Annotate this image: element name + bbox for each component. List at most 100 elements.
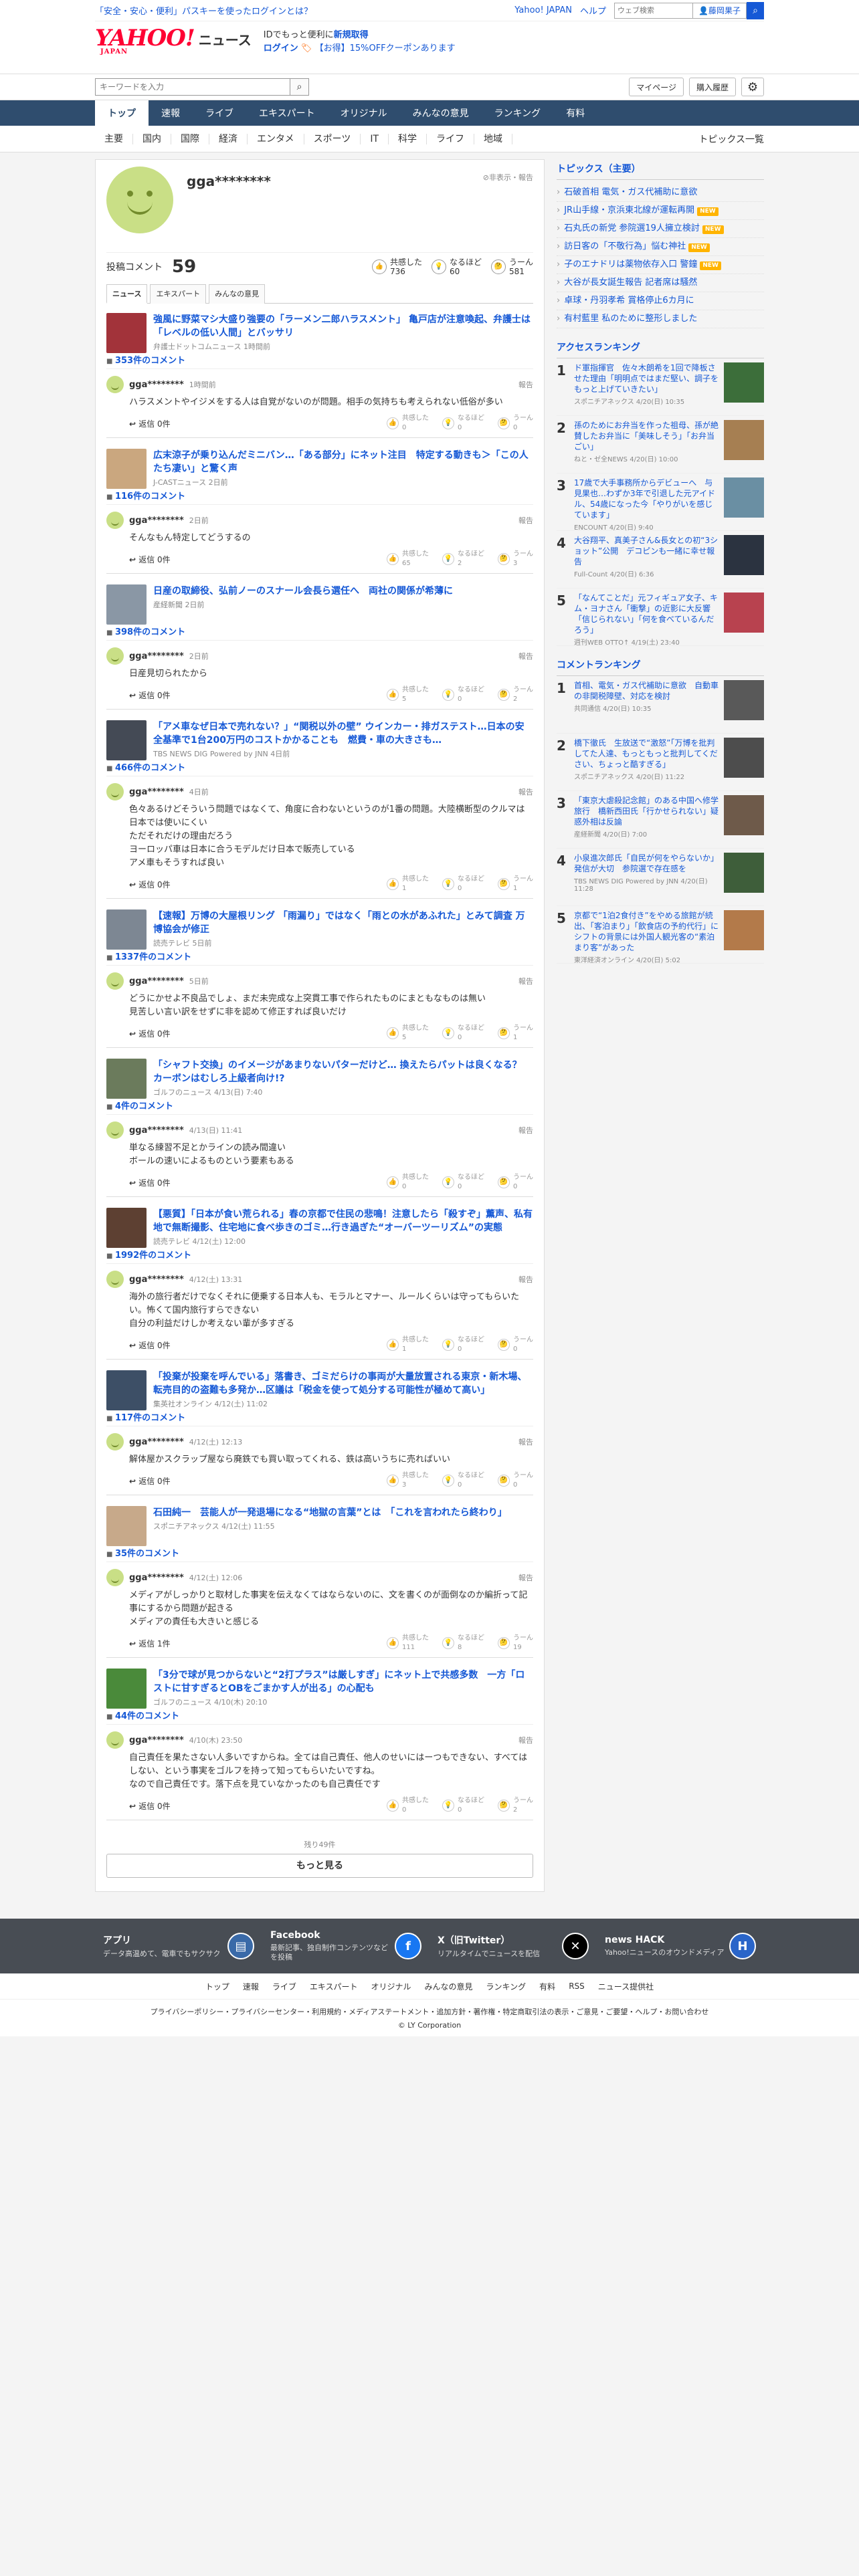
passkey-link[interactable]: 「安全・安心・便利」パスキーを使ったログインとは？ [95, 4, 312, 17]
ranking-thumbnail[interactable] [724, 593, 764, 633]
reaction-button-1[interactable]: 💡 なるほど 0 [442, 1024, 484, 1043]
reaction-button-2[interactable]: 🤔 うーん 2 [498, 1796, 533, 1815]
topic-title[interactable]: 訪日客の「不敬行為」悩む神社 [564, 241, 686, 251]
comment-count-link[interactable]: 1992件のコメント [106, 1244, 533, 1264]
report-link[interactable]: 報告 [518, 1125, 533, 1136]
topic-title[interactable]: 有村藍里 私のために整形しました [564, 314, 697, 324]
ranking-item[interactable]: 3 「東京大虐殺記念館」のある中国へ修学旅行 橋新西田氏「行かせられない」疑惑外相… [557, 791, 764, 849]
article-title[interactable]: 【悪質】「日本が食い荒られる」春の京都で住民の悲鳴！注意したら「殺すぞ」薫声、私… [153, 1209, 533, 1233]
topic-title[interactable]: 石破首相 電気・ガス代補助に意欲 [564, 187, 697, 197]
reply-button[interactable]: 返信 0件 [129, 879, 170, 890]
comment-count-link[interactable]: 1337件のコメント [106, 946, 533, 966]
topic-title[interactable]: 大谷が長女誕生報告 記者席は騒然 [564, 278, 697, 288]
hide-report-link[interactable]: ⊘非表示・報告 [483, 172, 533, 183]
commenter-name[interactable]: gga******** [129, 1125, 184, 1136]
reaction-button-0[interactable]: 👍 共感した 111 [387, 1634, 429, 1652]
nav-7[interactable]: 有料 [553, 100, 597, 126]
ranking-item[interactable]: 5 京都で“1泊2食付き”をやめる旅館が続出、「客泊まり」「飲食店の予約代行」にシ… [557, 906, 764, 964]
reply-button[interactable]: 返信 0件 [129, 689, 170, 701]
ranking-thumbnail[interactable] [724, 420, 764, 460]
topic-item[interactable]: JR山手線・京浜東北線が運転再開NEW [557, 202, 764, 220]
article[interactable]: 広末涼子が乗り込んだミニバン…「ある部分」にネット注目 特定する動きも＞「この人… [106, 439, 533, 489]
commenter-name[interactable]: gga******** [129, 516, 184, 526]
ranking-thumbnail[interactable] [724, 680, 764, 720]
reaction-button-0[interactable]: 👍 共感した 0 [387, 1796, 429, 1815]
article-thumbnail[interactable] [106, 313, 147, 353]
article-thumbnail[interactable] [106, 1059, 147, 1099]
reaction-button-1[interactable]: 💡 なるほど 0 [442, 1335, 484, 1354]
subnav-0[interactable]: 主要 [95, 134, 133, 144]
mypage-button[interactable]: マイページ [629, 78, 684, 96]
report-link[interactable]: 報告 [518, 1274, 533, 1285]
keyword-input[interactable] [95, 78, 290, 96]
policy-links[interactable]: プライバシーポリシー・プライバシーセンター・利用規約・メディアステートメント・追… [0, 2006, 859, 2017]
reaction-button-2[interactable]: 🤔 うーん 0 [498, 1335, 533, 1354]
report-link[interactable]: 報告 [518, 976, 533, 986]
footer-link-5[interactable]: みんなの意見 [418, 1981, 480, 1992]
ranking-title[interactable]: 小泉進次郎氏「自民が何をやらないか」発信が大切 参院選で存在感を [574, 853, 719, 873]
footer-promo-1[interactable]: Facebook 最新記事、独自制作コンテンツなどを投稿 f [262, 1919, 430, 1973]
subnav-2[interactable]: 国際 [171, 134, 209, 144]
topic-item[interactable]: 子のエナドリは薬物依存入口 警鐘NEW [557, 256, 764, 274]
history-button[interactable]: 購入履歴 [688, 78, 736, 96]
reaction-button-2[interactable]: 🤔 うーん 0 [498, 1471, 533, 1490]
report-link[interactable]: 報告 [518, 379, 533, 390]
article[interactable]: 「シャフト交換」のイメージがあまりないパターだけど… 換えたらパットは良くなる？… [106, 1049, 533, 1099]
article[interactable]: 【速報】万博の大屋根リング 「雨漏り」ではなく「雨との水があふれた」とみて調査 … [106, 900, 533, 950]
article-title[interactable]: 「投棄が投棄を呼んでいる」落書き、ゴミだらけの事両が大量放置される東京・新木場、… [153, 1372, 527, 1396]
tab-0[interactable]: ニュース [106, 284, 148, 304]
reply-button[interactable]: 返信 0件 [129, 1028, 170, 1039]
commenter-name[interactable]: gga******** [129, 976, 184, 986]
reaction-button-2[interactable]: 🤔 うーん 1 [498, 875, 533, 893]
commenter-name[interactable]: gga******** [129, 1573, 184, 1583]
ranking-title[interactable]: 17歳で大手事務所からデビューへ 与見果也…わずか3年で引退した元アイドル、54… [574, 478, 715, 520]
facebook-icon[interactable]: f [395, 1933, 421, 1959]
ranking-item[interactable]: 2 橋下徹氏 生放送で“激怒”「万博を批判してた人達、もっともっと批判してください… [557, 734, 764, 791]
comment-count-link[interactable]: 4件のコメント [106, 1095, 533, 1115]
article-thumbnail[interactable] [106, 1208, 147, 1248]
article[interactable]: 日産の取締役、弘前ノーのスナール会長ら選任へ 両社の関係が希薄に 産経新聞 2日前 [106, 575, 533, 625]
comment-count-link[interactable]: 466件のコメント [106, 756, 533, 776]
nav-3[interactable]: エキスパート [246, 100, 328, 126]
coupon-link[interactable]: 【お得】15%OFFクーポンあります [315, 43, 456, 53]
reaction-button-2[interactable]: 🤔 うーん 19 [498, 1634, 533, 1652]
ranking-thumbnail[interactable] [724, 535, 764, 575]
nav-4[interactable]: オリジナル [328, 100, 400, 126]
comment-count-link[interactable]: 117件のコメント [106, 1406, 533, 1426]
ranking-thumbnail[interactable] [724, 795, 764, 835]
footer-promo-0[interactable]: アプリ データ高温めて、電車でもサクサク ▤ [95, 1919, 262, 1973]
nav-1[interactable]: 速報 [149, 100, 193, 126]
nav-2[interactable]: ライブ [193, 100, 246, 126]
report-link[interactable]: 報告 [518, 651, 533, 661]
reaction-button-1[interactable]: 💡 なるほど 0 [442, 875, 484, 893]
footer-link-9[interactable]: ニュース提供社 [591, 1981, 660, 1992]
ranking-item[interactable]: 1 首相、電気・ガス代補助に意欲 自動車の非関税障壁、対応を検討 共同通信 4/20… [557, 676, 764, 734]
footer-link-2[interactable]: ライブ [266, 1981, 303, 1992]
topic-item[interactable]: 卓球・丹羽孝希 賞格停止6カ月に [557, 292, 764, 310]
article[interactable]: 「3分で球が見つからないと“2打プラス”は厳しすぎ」にネット上で共感多数 一方「… [106, 1659, 533, 1709]
ranking-title[interactable]: 「東京大虐殺記念館」のある中国へ修学旅行 橋新西田氏「行かせられない」疑惑外相は… [574, 796, 719, 827]
login-link[interactable]: ログイン [264, 43, 298, 53]
article-thumbnail[interactable] [106, 720, 147, 760]
ranking-item[interactable]: 4 大谷翔平、真美子さん&長女との初“3ショット”公開 デコピンも一緒に幸せ報告 F… [557, 531, 764, 588]
article-title[interactable]: 「シャフト交換」のイメージがあまりないパターだけど… 換えたらパットは良くなる？… [153, 1060, 522, 1084]
reaction-button-2[interactable]: 🤔 うーん 2 [498, 685, 533, 704]
subnav-5[interactable]: スポーツ [304, 134, 361, 144]
footer-link-7[interactable]: 有料 [533, 1981, 562, 1992]
reaction-button-2[interactable]: 🤔 うーん 0 [498, 1173, 533, 1192]
article-title[interactable]: 広末涼子が乗り込んだミニバン…「ある部分」にネット注目 特定する動きも＞「この人… [153, 450, 529, 474]
article-thumbnail[interactable] [106, 449, 147, 489]
reaction-button-1[interactable]: 💡 なるほど 0 [442, 1796, 484, 1815]
reaction-button-0[interactable]: 👍 共感した 65 [387, 550, 429, 568]
comment-count-link[interactable]: 44件のコメント [106, 1705, 533, 1725]
news-title[interactable]: ニュース [199, 29, 252, 49]
reaction-button-1[interactable]: 💡 なるほど 2 [442, 550, 484, 568]
reaction-button-0[interactable]: 👍 共感した 3 [387, 1471, 429, 1490]
footer-link-8[interactable]: RSS [562, 1981, 591, 1991]
nav-6[interactable]: ランキング [482, 100, 554, 126]
reaction-button-2[interactable]: 🤔 うーん 3 [498, 550, 533, 568]
topics-list-link[interactable]: トピックス一覧 [698, 132, 764, 146]
subnav-4[interactable]: エンタメ [248, 134, 304, 144]
footer-link-3[interactable]: エキスパート [303, 1981, 365, 1992]
reply-button[interactable]: 返信 0件 [129, 1339, 170, 1351]
